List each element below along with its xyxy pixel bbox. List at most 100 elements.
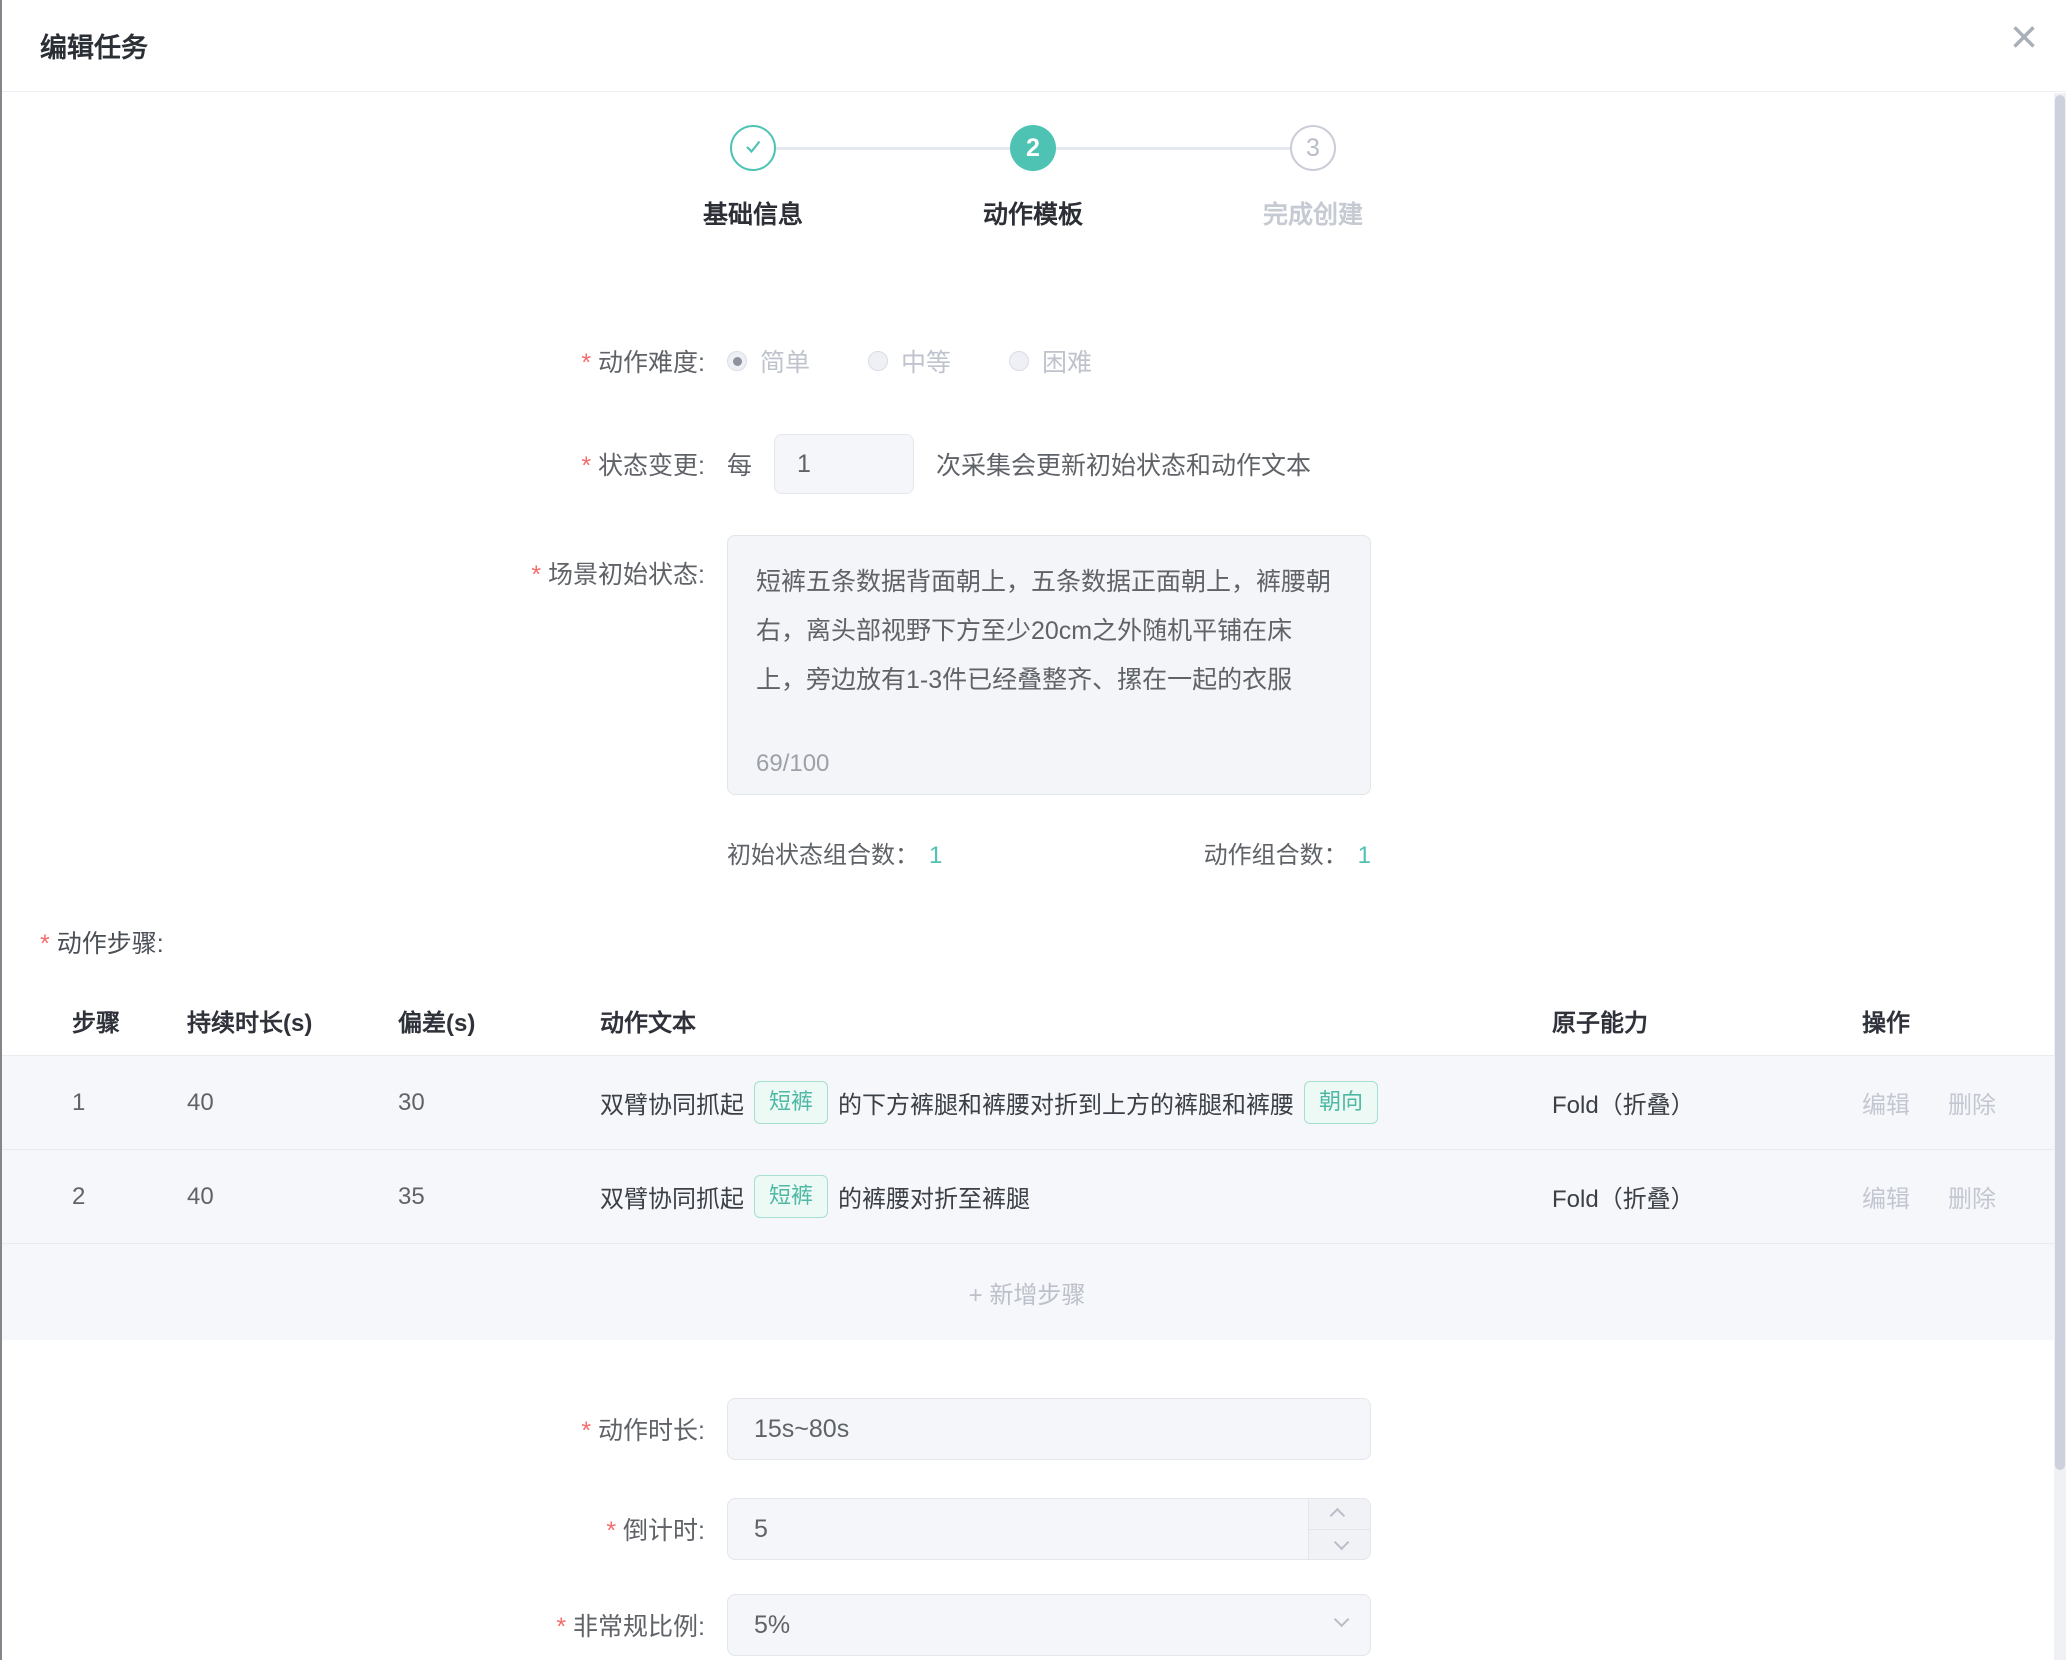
action-tag: 短裤 [754,1081,828,1124]
action-duration-label: *动作时长: [0,1411,705,1447]
initial-combo: 初始状态组合数： 1 [727,835,942,870]
window-left-edge [0,0,2,1660]
char-counter: 69/100 [756,750,829,778]
state-change-row: *状态变更: 每 次采集会更新初始状态和动作文本 [0,434,2066,494]
cell-actions: 编辑 删除 [1862,1085,2054,1120]
steps-table-body: 14030双臂协同抓起短裤的下方裤腿和裤腰对折到上方的裤腿和裤腰朝向Fold（折… [0,1055,2054,1243]
stepper: 2 3 [0,125,2066,171]
table-row: 24035双臂协同抓起短裤的裤腰对折至裤腿Fold（折叠）编辑删除 [0,1149,2054,1243]
cell-step: 1 [72,1089,187,1117]
required-marker: * [531,561,541,589]
cell-ability: Fold（折叠） [1552,1179,1862,1214]
required-marker: * [581,349,591,377]
steps-table-header: 步骤持续时长(s)偏差(s)动作文本原子能力操作 [0,986,2054,1055]
radio-hard-label: 困难 [1042,343,1092,379]
countdown-input[interactable] [727,1498,1371,1560]
step-2-circle[interactable]: 2 [1010,125,1056,171]
add-step-row: + 新增步骤 [0,1243,2054,1340]
column-header-5: 操作 [1862,1003,2054,1038]
step-1-circle[interactable] [730,125,776,171]
add-step-button[interactable]: + 新增步骤 [969,1275,1086,1310]
action-steps-label: *动作步骤: [40,924,2066,960]
step-1-label: 基础信息 [613,195,893,231]
number-spinner [1308,1499,1370,1559]
cell-duration: 40 [187,1183,398,1211]
radio-easy-label: 简单 [760,343,810,379]
step-connector [776,147,1010,150]
column-header-0: 步骤 [72,1003,187,1038]
initial-state-row: *场景初始状态: 短裤五条数据背面朝上，五条数据正面朝上，裤腰朝右，离头部视野下… [0,535,2066,795]
dialog-title: 编辑任务 [40,26,148,65]
difficulty-row: *动作难度: 简单 中等 困难 [0,341,2066,381]
initial-state-textarea[interactable]: 短裤五条数据背面朝上，五条数据正面朝上，裤腰朝右，离头部视野下方至少20cm之外… [727,535,1371,795]
state-change-label: *状态变更: [0,446,705,482]
step-3-circle[interactable]: 3 [1290,125,1336,171]
edit-link[interactable]: 编辑 [1862,1085,1910,1120]
state-change-suffix: 次采集会更新初始状态和动作文本 [936,446,1311,482]
action-text-fragment: 双臂协同抓起 [600,1179,744,1214]
step-2-number: 2 [1026,134,1040,163]
unusual-ratio-row: *非常规比例: [0,1594,2066,1656]
initial-state-text: 短裤五条数据背面朝上，五条数据正面朝上，裤腰朝右，离头部视野下方至少20cm之外… [756,558,1342,705]
countdown-label: *倒计时: [0,1511,705,1547]
state-change-input[interactable] [774,434,914,494]
cell-ability: Fold（折叠） [1552,1085,1862,1120]
radio-medium[interactable]: 中等 [868,343,951,379]
close-icon[interactable]: × [2010,14,2038,62]
spinner-down-button[interactable] [1309,1529,1370,1560]
unusual-ratio-select[interactable] [727,1594,1371,1656]
step-3-number: 3 [1306,134,1320,163]
required-marker: * [581,452,591,480]
steps-table: 步骤持续时长(s)偏差(s)动作文本原子能力操作 14030双臂协同抓起短裤的下… [0,986,2054,1340]
cell-offset: 35 [398,1183,600,1211]
scrollbar-thumb[interactable] [2055,95,2065,1470]
countdown-row: *倒计时: [0,1498,2066,1560]
action-text-fragment: 的下方裤腿和裤腰对折到上方的裤腿和裤腰 [838,1085,1294,1120]
column-header-1: 持续时长(s) [187,1003,398,1038]
cell-step: 2 [72,1183,187,1211]
difficulty-label: *动作难度: [0,343,705,379]
cell-action-text: 双臂协同抓起短裤的裤腰对折至裤腿 [600,1175,1552,1218]
action-duration-input[interactable] [727,1398,1371,1460]
cell-offset: 30 [398,1089,600,1117]
unusual-ratio-label: *非常规比例: [0,1607,705,1643]
edit-link[interactable]: 编辑 [1862,1179,1910,1214]
initial-combo-value: 1 [929,842,942,869]
step-connector [1056,147,1290,150]
step-3-label: 完成创建 [1173,195,1453,231]
step-2-label: 动作模板 [893,195,1173,231]
initial-combo-label: 初始状态组合数： [727,842,919,869]
delete-link[interactable]: 删除 [1948,1085,1996,1120]
chevron-down-icon [1334,1534,1350,1550]
action-combo-value: 1 [1358,842,1371,869]
cell-duration: 40 [187,1089,398,1117]
chevron-up-icon [1330,1508,1346,1524]
unusual-ratio-value[interactable] [727,1594,1371,1656]
action-text-fragment: 双臂协同抓起 [600,1085,744,1120]
radio-medium-label: 中等 [901,343,951,379]
action-combo: 动作组合数：1 [1204,835,1371,870]
action-tag: 短裤 [754,1175,828,1218]
table-row: 14030双臂协同抓起短裤的下方裤腿和裤腰对折到上方的裤腿和裤腰朝向 Fold（折… [0,1055,2054,1149]
delete-link[interactable]: 删除 [1948,1179,1996,1214]
radio-hard[interactable]: 困难 [1009,343,1092,379]
scrollbar-track[interactable] [2054,93,2066,1660]
combos-row: 初始状态组合数： 1 动作组合数：1 [727,835,1371,870]
column-header-4: 原子能力 [1552,1003,1862,1038]
required-marker: * [606,1517,616,1545]
spinner-up-button[interactable] [1309,1499,1370,1529]
column-header-2: 偏差(s) [398,1003,600,1038]
action-text-fragment: 的裤腰对折至裤腿 [838,1179,1030,1214]
required-marker: * [581,1417,591,1445]
action-duration-row: *动作时长: [0,1398,2066,1460]
stepper-labels: 基础信息 动作模板 完成创建 [0,195,2066,231]
radio-circle-icon [727,351,747,371]
action-tag: 朝向 [1304,1081,1378,1124]
cell-actions: 编辑 删除 [1862,1179,2054,1214]
radio-circle-icon [1009,351,1029,371]
radio-circle-icon [868,351,888,371]
edit-task-dialog: 编辑任务 × 2 3 基础信息 动作模板 完成创建 *动作难度: 简单 [0,0,2066,1660]
difficulty-options: 简单 中等 困难 [727,343,1150,379]
radio-easy[interactable]: 简单 [727,343,810,379]
required-marker: * [40,930,50,958]
